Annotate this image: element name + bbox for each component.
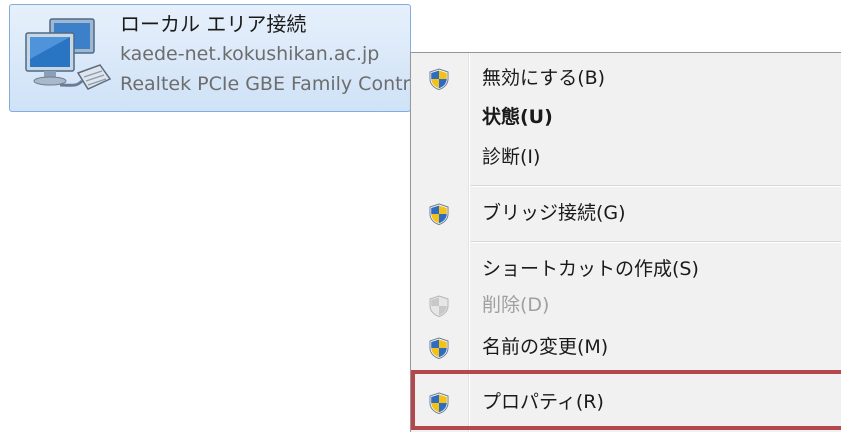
menu-item-bridge[interactable]: ブリッジ接続(G) [411,195,841,231]
menu-item-label: 診断(I) [482,146,541,168]
properties-highlight-frame [411,370,841,430]
network-adapter-tile[interactable]: ローカル エリア接続 kaede-net.kokushikan.ac.jp Re… [9,4,452,112]
menu-item-create-shortcut[interactable]: ショートカットの作成(S) [411,251,841,287]
menu-separator [471,241,841,243]
menu-item-status[interactable]: 状態(U) [411,99,841,135]
adapter-device: Realtek PCIe GBE Family Controller [120,73,452,95]
uac-shield-icon [429,68,449,90]
menu-item-rename[interactable]: 名前の変更(M) [411,329,841,365]
menu-item-label: 状態(U) [482,106,553,128]
menu-item-label: 名前の変更(M) [482,336,609,358]
menu-item-disable[interactable]: 無効にする(B) [411,60,841,96]
menu-item-delete: 削除(D) [411,287,841,323]
menu-item-diagnose[interactable]: 診断(I) [411,139,841,175]
network-adapter-icon [25,18,112,90]
uac-shield-icon [429,203,449,225]
uac-shield-icon [429,295,449,317]
adapter-network: kaede-net.kokushikan.ac.jp [120,43,380,65]
menu-item-label: ブリッジ接続(G) [482,202,626,224]
menu-item-label: 無効にする(B) [482,67,606,89]
menu-separator [471,185,841,187]
menu-item-label: 削除(D) [482,294,550,316]
desktop-area: ローカル エリア接続 kaede-net.kokushikan.ac.jp Re… [0,0,841,432]
adapter-name: ローカル エリア接続 [120,12,307,36]
uac-shield-icon [429,337,449,359]
menu-item-label: ショートカットの作成(S) [482,258,699,280]
